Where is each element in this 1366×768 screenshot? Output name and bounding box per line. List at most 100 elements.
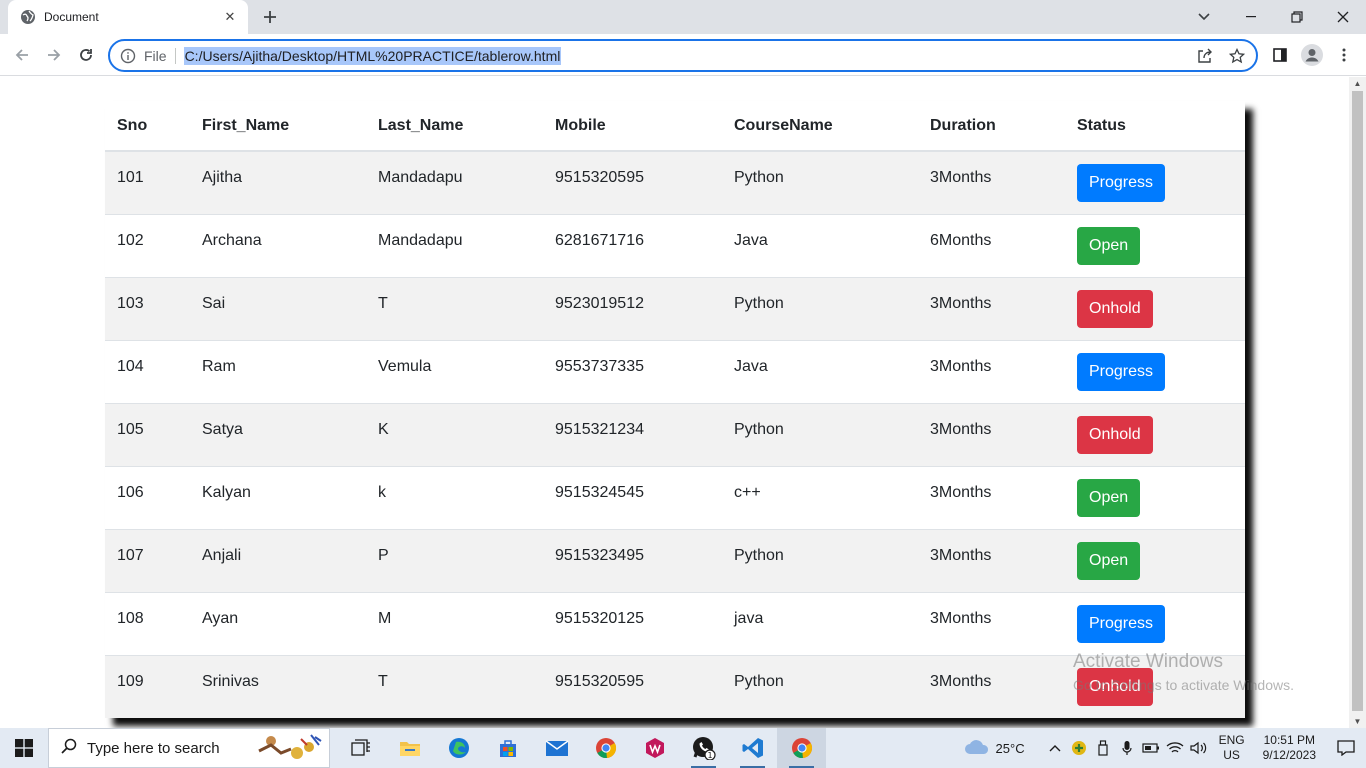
cell-course-name: java: [722, 591, 918, 655]
side-panel-icon[interactable]: [1268, 43, 1292, 67]
microsoft-store-icon[interactable]: [483, 728, 532, 768]
cell-sno: 109: [105, 654, 190, 718]
status-open-button[interactable]: Open: [1077, 226, 1141, 265]
language-indicator[interactable]: ENG US: [1219, 733, 1245, 763]
info-icon[interactable]: [120, 48, 136, 64]
cell-status: Open: [1065, 465, 1245, 529]
cell-sno: 103: [105, 276, 190, 340]
cloud-icon: [964, 738, 990, 759]
taskbar-search-box[interactable]: Type here to search: [48, 728, 330, 768]
file-explorer-icon[interactable]: [385, 728, 434, 768]
cell-course-name: Python: [722, 654, 918, 718]
status-progress-button[interactable]: Progress: [1077, 164, 1166, 202]
cell-duration: 3Months: [918, 591, 1065, 655]
cell-course-name: Python: [722, 402, 918, 466]
profile-avatar-icon[interactable]: [1300, 43, 1324, 67]
status-progress-button[interactable]: Progress: [1077, 352, 1166, 391]
status-open-button[interactable]: Open: [1077, 478, 1141, 517]
cell-first-name: Archana: [190, 213, 366, 277]
weather-widget[interactable]: 25°C: [964, 738, 1025, 759]
header-mobile: Mobile: [543, 101, 722, 152]
header-status: Status: [1065, 101, 1245, 152]
cell-duration: 3Months: [918, 150, 1065, 214]
show-hidden-icons-chevron-icon[interactable]: [1043, 728, 1067, 768]
cell-last-name: T: [366, 654, 543, 718]
task-view-icon[interactable]: [336, 728, 385, 768]
vscode-icon[interactable]: [728, 728, 777, 768]
battery-icon[interactable]: [1139, 728, 1163, 768]
cell-course-name: Python: [722, 276, 918, 340]
cell-course-name: c++: [722, 465, 918, 529]
watermark-subtitle: Go to Settings to activate Windows.: [1073, 677, 1294, 693]
language-code: ENG: [1218, 733, 1245, 747]
reload-icon[interactable]: [74, 43, 98, 67]
tab-close-icon[interactable]: ✕: [222, 9, 238, 25]
search-icon: [61, 738, 77, 759]
page-viewport: Sno First_Name Last_Name Mobile CourseNa…: [0, 77, 1349, 728]
menu-kebab-icon[interactable]: [1332, 43, 1356, 67]
close-window-icon[interactable]: [1320, 0, 1366, 34]
cell-last-name: M: [366, 591, 543, 655]
windows-start-icon[interactable]: [0, 728, 48, 768]
scroll-down-arrow-icon[interactable]: ▼: [1353, 717, 1362, 726]
minimize-icon[interactable]: [1228, 0, 1274, 34]
microphone-icon[interactable]: [1115, 728, 1139, 768]
winzip-icon[interactable]: [630, 728, 679, 768]
table-row: 104 Ram Vemula 9553737335 Java 3Months Progres…: [105, 339, 1245, 403]
vertical-scrollbar[interactable]: ▲ ▼: [1349, 77, 1366, 728]
cell-first-name: Satya: [190, 402, 366, 466]
restore-icon[interactable]: [1274, 0, 1320, 34]
cell-duration: 3Months: [918, 402, 1065, 466]
browser-tab[interactable]: Document ✕: [8, 0, 248, 34]
search-highlight-illustration: [251, 731, 325, 767]
tab-search-chevron-icon[interactable]: [1192, 5, 1216, 29]
cell-sno: 108: [105, 591, 190, 655]
window-controls: [1228, 0, 1366, 34]
table-row: 102 Archana Mandadapu 6281671716 Java 6Months…: [105, 213, 1245, 277]
bookmark-star-icon[interactable]: [1226, 45, 1248, 67]
scrollbar-thumb[interactable]: [1352, 91, 1363, 711]
system-tray: 25°C ENG US 10:51 PM 9/12/2023: [964, 728, 1366, 768]
status-onhold-button[interactable]: Onhold: [1077, 289, 1153, 328]
wifi-icon[interactable]: [1163, 728, 1187, 768]
cell-status: Open: [1065, 213, 1245, 277]
cell-status: Onhold: [1065, 276, 1245, 340]
cell-last-name: P: [366, 528, 543, 592]
status-progress-button[interactable]: Progress: [1077, 604, 1166, 643]
edge-icon[interactable]: [434, 728, 483, 768]
back-arrow-icon[interactable]: [10, 43, 34, 67]
cell-status: Open: [1065, 528, 1245, 592]
mail-icon[interactable]: [532, 728, 581, 768]
whatsapp-icon[interactable]: 1: [679, 728, 728, 768]
cell-first-name: Sai: [190, 276, 366, 340]
chrome-icon[interactable]: [581, 728, 630, 768]
clock[interactable]: 10:51 PM 9/12/2023: [1263, 733, 1316, 763]
cell-first-name: Srinivas: [190, 654, 366, 718]
whatsapp-badge-count: 1: [707, 751, 712, 760]
usb-device-icon[interactable]: [1091, 728, 1115, 768]
cell-duration: 3Months: [918, 465, 1065, 529]
meet-now-icon[interactable]: [1067, 728, 1091, 768]
forward-arrow-icon[interactable]: [42, 43, 66, 67]
new-tab-icon[interactable]: [258, 5, 282, 29]
table-row: 103 Sai T 9523019512 Python 3Months Onhold: [105, 276, 1245, 340]
notification-center-icon[interactable]: [1326, 728, 1366, 768]
url-text[interactable]: C:/Users/Ajitha/Desktop/HTML%20PRACTICE/…: [183, 46, 562, 65]
chrome-active-icon[interactable]: [777, 728, 826, 768]
address-bar[interactable]: File C:/Users/Ajitha/Desktop/HTML%20PRAC…: [108, 39, 1258, 72]
cell-course-name: Java: [722, 213, 918, 277]
volume-icon[interactable]: [1187, 728, 1211, 768]
table-header-row: Sno First_Name Last_Name Mobile CourseNa…: [105, 101, 1245, 152]
table-row: 108 Ayan M 9515320125 java 3Months Progress: [105, 591, 1245, 655]
cell-last-name: K: [366, 402, 543, 466]
status-onhold-button[interactable]: Onhold: [1077, 415, 1153, 454]
status-open-button[interactable]: Open: [1077, 541, 1141, 580]
student-table: Sno First_Name Last_Name Mobile CourseNa…: [105, 101, 1245, 718]
scroll-up-arrow-icon[interactable]: ▲: [1353, 79, 1362, 88]
cell-last-name: T: [366, 276, 543, 340]
cell-first-name: Ajitha: [190, 150, 366, 214]
cell-mobile: 6281671716: [543, 213, 722, 277]
cell-duration: 3Months: [918, 276, 1065, 340]
share-icon[interactable]: [1194, 45, 1216, 67]
tab-title: Document: [44, 10, 99, 24]
